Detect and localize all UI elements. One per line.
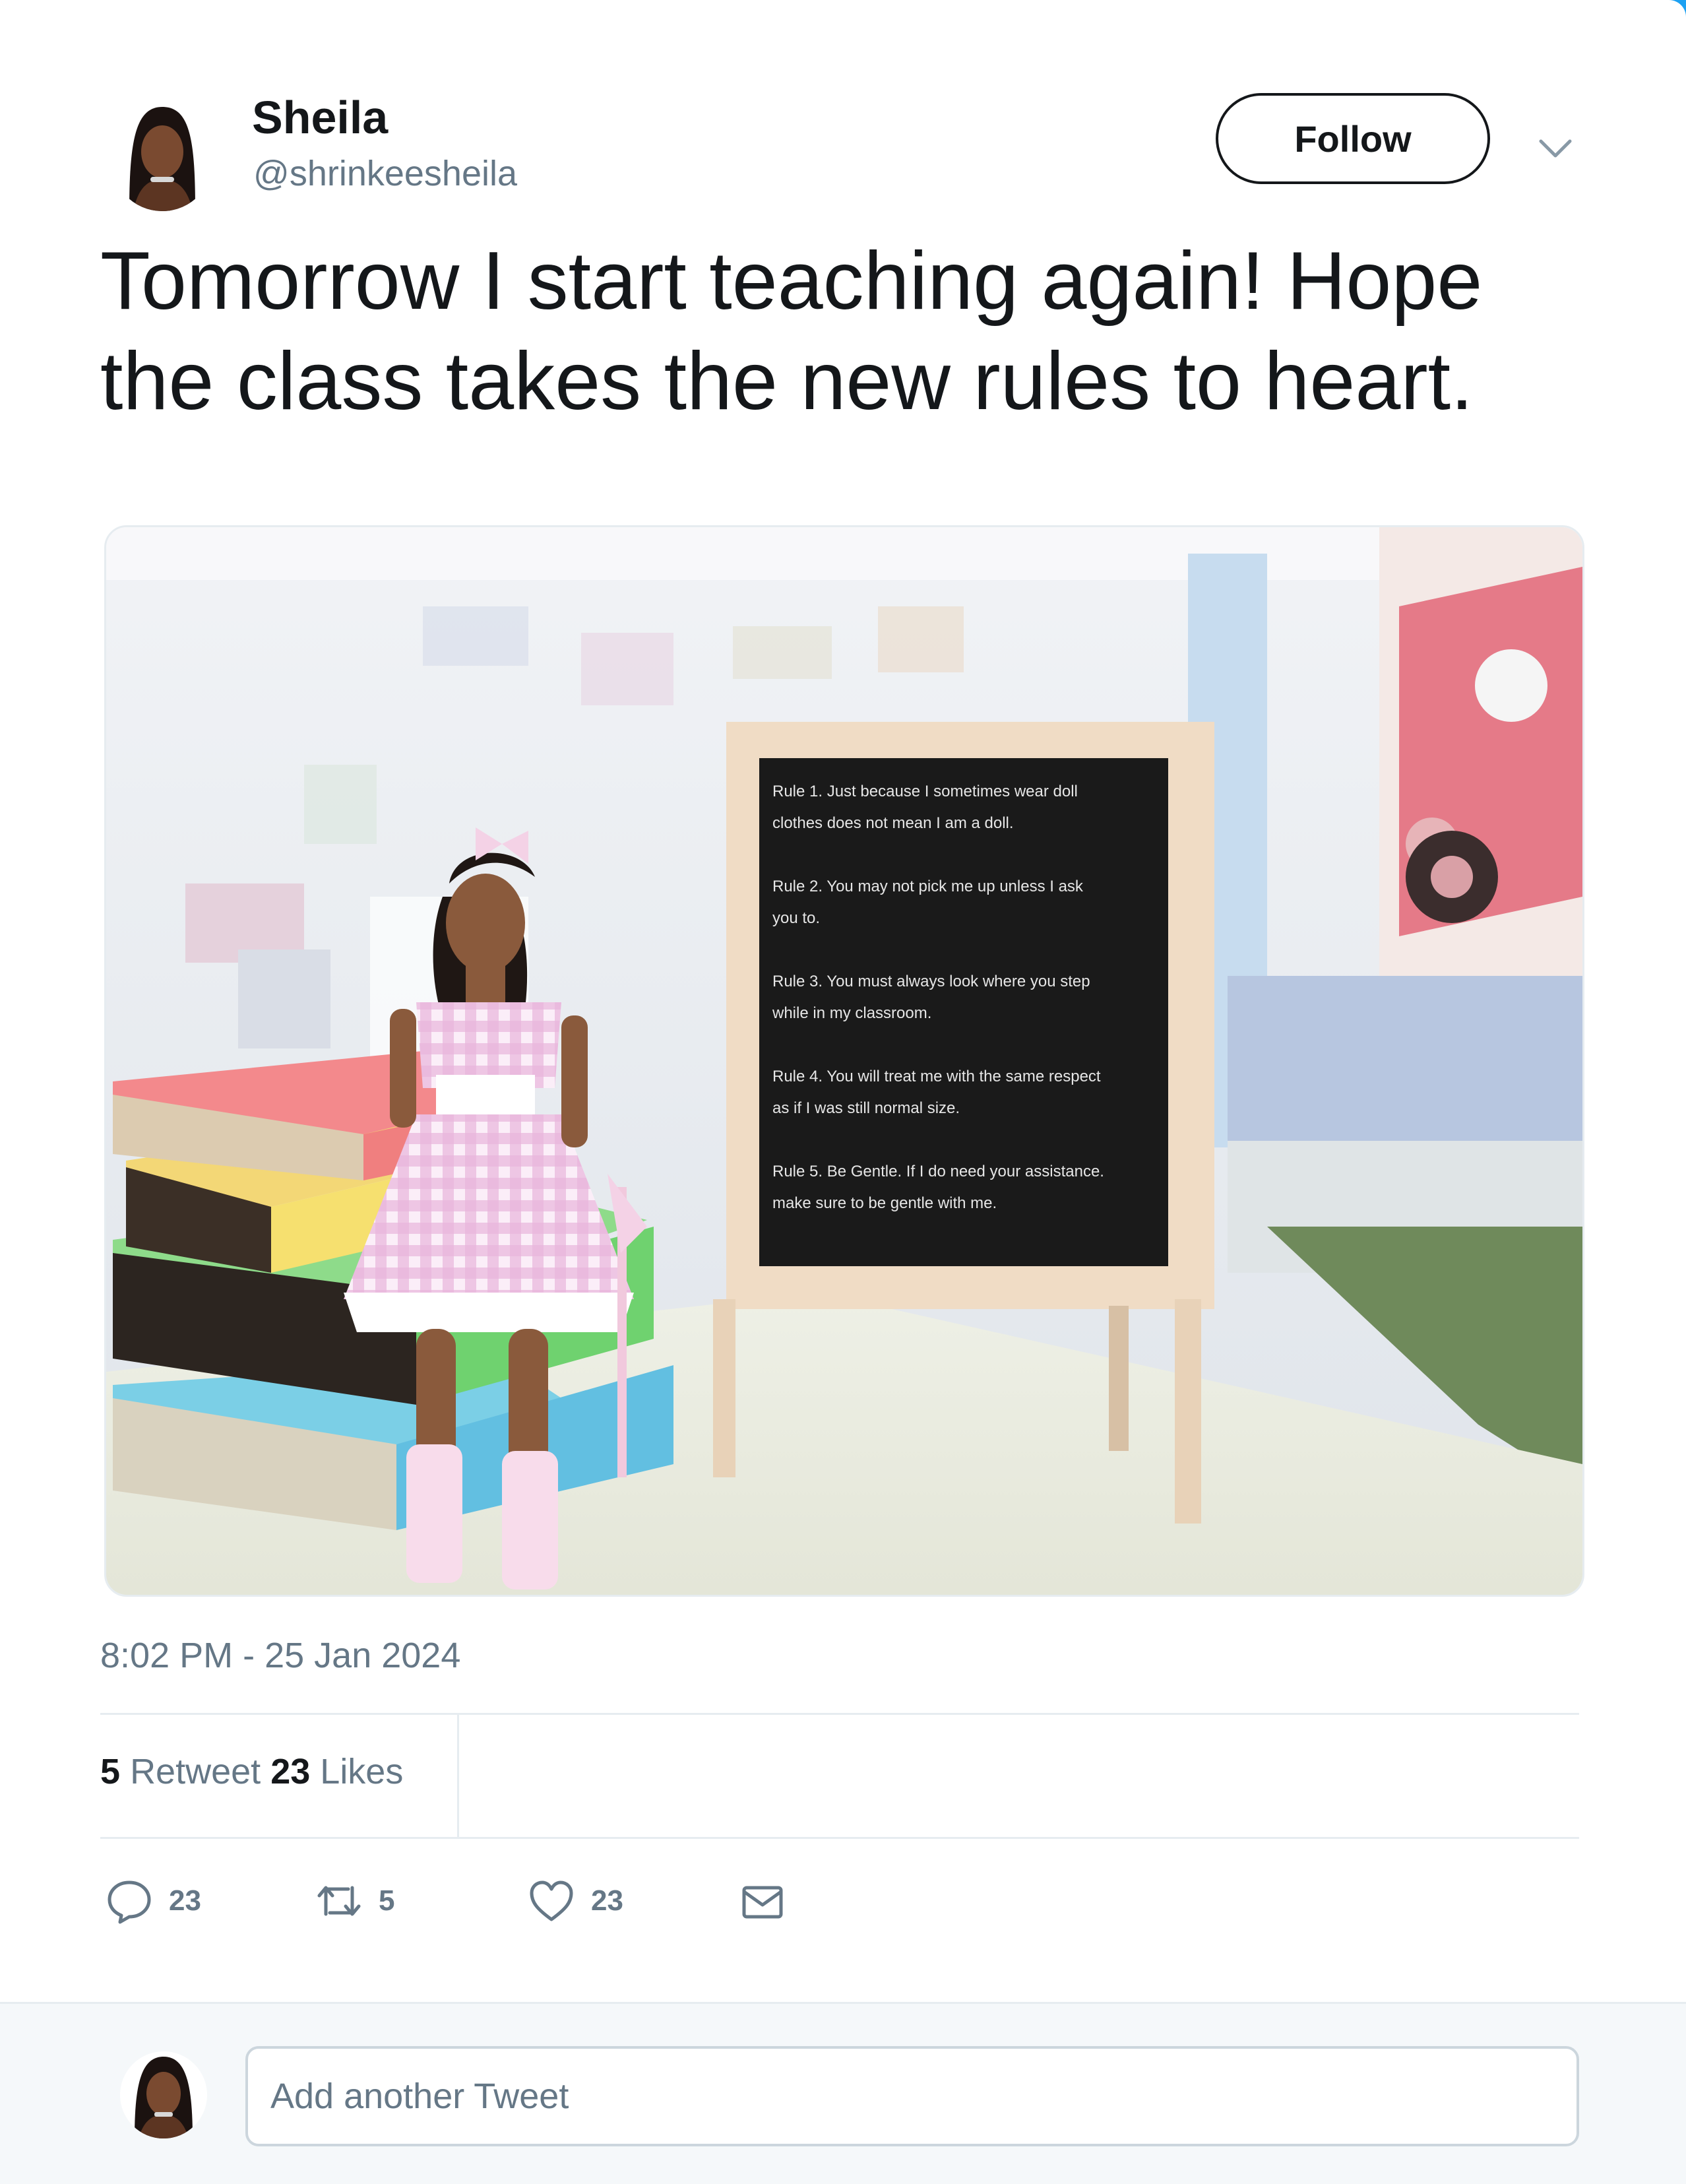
tweet-stats: 5 Retweet 23 Likes bbox=[100, 1751, 403, 1792]
like-button[interactable]: 23 bbox=[528, 1871, 623, 1931]
chalkboard-line: as if I was still normal size. bbox=[772, 1099, 960, 1117]
like-count[interactable]: 23 bbox=[270, 1752, 310, 1791]
reply-avatar bbox=[120, 2051, 207, 2138]
retweet-action-count: 5 bbox=[379, 1884, 395, 1917]
reply-button[interactable]: 23 bbox=[106, 1871, 201, 1931]
avatar[interactable] bbox=[109, 100, 215, 211]
tweet-card: Sheila @shrinkeesheila Follow Tomorrow I… bbox=[0, 0, 1686, 2184]
chalkboard-line: you to. bbox=[772, 909, 820, 927]
user-handle[interactable]: @shrinkeesheila bbox=[253, 153, 517, 194]
tweet-actions: 23 5 23 bbox=[106, 1871, 897, 1931]
reply-input[interactable]: Add another Tweet bbox=[245, 2046, 1579, 2146]
chalkboard-line: Rule 4. You will treat me with the same … bbox=[772, 1068, 1101, 1085]
chalkboard-line: Rule 2. You may not pick me up unless I … bbox=[772, 878, 1084, 895]
chalkboard-line: Rule 1. Just because I sometimes wear do… bbox=[772, 783, 1078, 800]
chalkboard-line: Rule 5. Be Gentle. If I do need your ass… bbox=[772, 1163, 1104, 1180]
chalkboard-line: while in my classroom. bbox=[772, 1004, 931, 1022]
retweet-label[interactable]: Retweet bbox=[130, 1752, 261, 1791]
reply-count: 23 bbox=[169, 1884, 201, 1917]
chalkboard-line: Rule 3. You must always look where you s… bbox=[772, 973, 1090, 990]
retweet-button[interactable]: 5 bbox=[315, 1871, 394, 1931]
tweet-image[interactable]: Rule 1. Just because I sometimes wear do… bbox=[104, 525, 1584, 1597]
chalkboard-line: make sure to be gentle with me. bbox=[772, 1194, 997, 1212]
chevron-down-icon[interactable] bbox=[1537, 129, 1574, 166]
tweet-timestamp[interactable]: 8:02 PM - 25 Jan 2024 bbox=[100, 1635, 460, 1676]
reply-icon bbox=[108, 1880, 151, 1924]
envelope-icon bbox=[742, 1886, 783, 1919]
reply-bar: Add another Tweet bbox=[0, 2002, 1686, 2184]
follow-button[interactable]: Follow bbox=[1216, 93, 1490, 184]
divider bbox=[100, 1713, 1579, 1715]
direct-message-button[interactable] bbox=[739, 1871, 786, 1931]
chalkboard-line: clothes does not mean I am a doll. bbox=[772, 814, 1014, 832]
tweet-text: Tomorrow I start teaching again! Hope th… bbox=[100, 236, 1483, 427]
display-name[interactable]: Sheila bbox=[252, 91, 388, 144]
stats-separator bbox=[457, 1714, 459, 1838]
divider bbox=[100, 1837, 1579, 1839]
heart-icon bbox=[530, 1880, 573, 1921]
like-action-count: 23 bbox=[591, 1884, 623, 1917]
like-label[interactable]: Likes bbox=[320, 1752, 403, 1791]
retweet-count[interactable]: 5 bbox=[100, 1752, 120, 1791]
retweet-icon bbox=[317, 1886, 361, 1916]
